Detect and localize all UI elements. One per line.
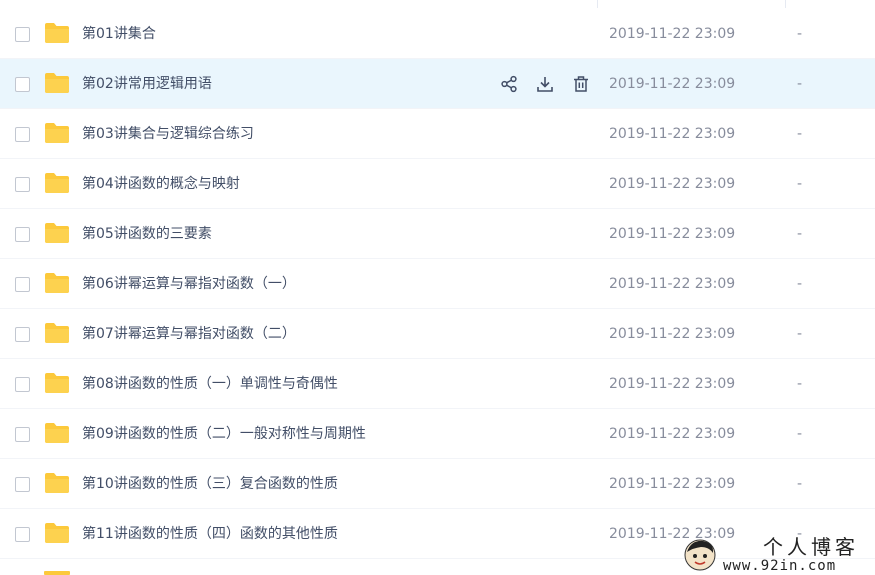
file-name[interactable]: 第08讲函数的性质（一）单调性与奇偶性 [82, 359, 338, 409]
file-name[interactable]: 第05讲函数的三要素 [82, 209, 212, 259]
folder-icon [45, 123, 69, 143]
file-row[interactable]: 第08讲函数的性质（一）单调性与奇偶性 2019-11-22 23:09 - [0, 359, 875, 409]
file-row[interactable]: 第02讲常用逻辑用语 2019-11-22 23:09 - [0, 59, 875, 109]
file-size: - [797, 276, 803, 292]
modified-time: 2019-11-22 23:09 [609, 76, 736, 92]
file-name[interactable]: 第09讲函数的性质（二）一般对称性与周期性 [82, 409, 366, 459]
file-size: - [797, 426, 803, 442]
folder-icon [45, 423, 69, 443]
folder-icon [45, 23, 69, 43]
file-row[interactable]: 第05讲函数的三要素 2019-11-22 23:09 - [0, 209, 875, 259]
download-icon [537, 77, 553, 92]
download-button[interactable] [532, 71, 558, 97]
share-icon [501, 75, 517, 93]
folder-icon [45, 523, 69, 543]
column-divider [785, 0, 786, 8]
file-size: - [797, 26, 803, 42]
row-checkbox[interactable] [15, 27, 30, 42]
file-size: - [797, 226, 803, 242]
modified-time: 2019-11-22 23:09 [609, 276, 736, 292]
share-button[interactable] [496, 71, 522, 97]
folder-icon [45, 373, 69, 393]
watermark: 个人博客 www.92in.com [683, 534, 875, 575]
column-divider [597, 0, 598, 8]
row-checkbox[interactable] [15, 477, 30, 492]
row-checkbox[interactable] [15, 277, 30, 292]
row-checkbox[interactable] [15, 527, 30, 542]
file-name[interactable]: 第01讲集合 [82, 9, 156, 59]
row-checkbox[interactable] [15, 427, 30, 442]
modified-time: 2019-11-22 23:09 [609, 26, 736, 42]
file-name[interactable]: 第03讲集合与逻辑综合练习 [82, 109, 254, 159]
watermark-url: www.92in.com [723, 557, 837, 574]
folder-icon [44, 571, 70, 575]
file-row[interactable]: 第09讲函数的性质（二）一般对称性与周期性 2019-11-22 23:09 - [0, 409, 875, 459]
folder-icon [45, 173, 69, 193]
row-checkbox[interactable] [15, 327, 30, 342]
file-row[interactable]: 第06讲幂运算与幂指对函数（一） 2019-11-22 23:09 - [0, 259, 875, 309]
file-name[interactable]: 第10讲函数的性质（三）复合函数的性质 [82, 459, 338, 509]
file-name[interactable]: 第06讲幂运算与幂指对函数（一） [82, 259, 296, 309]
file-row[interactable]: 第03讲集合与逻辑综合练习 2019-11-22 23:09 - [0, 109, 875, 159]
folder-icon [45, 473, 69, 493]
file-size: - [797, 126, 803, 142]
file-size: - [797, 376, 803, 392]
file-name[interactable]: 第02讲常用逻辑用语 [82, 59, 212, 109]
file-list: 第01讲集合 2019-11-22 23:09 - 第02讲常用逻辑用语 201… [0, 0, 875, 575]
modified-time: 2019-11-22 23:09 [609, 226, 736, 242]
row-checkbox[interactable] [15, 227, 30, 242]
trash-icon [574, 76, 588, 92]
delete-button[interactable] [568, 71, 594, 97]
folder-icon [45, 73, 69, 93]
avatar [684, 539, 716, 570]
modified-time: 2019-11-22 23:09 [609, 326, 736, 342]
file-name[interactable]: 第07讲幂运算与幂指对函数（二） [82, 309, 296, 359]
file-name[interactable]: 第11讲函数的性质（四）函数的其他性质 [82, 509, 338, 559]
file-name[interactable]: 第04讲函数的概念与映射 [82, 159, 240, 209]
row-checkbox[interactable] [15, 177, 30, 192]
modified-time: 2019-11-22 23:09 [609, 126, 736, 142]
row-checkbox[interactable] [15, 377, 30, 392]
folder-icon [45, 323, 69, 343]
modified-time: 2019-11-22 23:09 [609, 376, 736, 392]
file-row[interactable]: 第01讲集合 2019-11-22 23:09 - [0, 9, 875, 59]
row-checkbox[interactable] [15, 127, 30, 142]
watermark-title: 个人博客 [763, 534, 859, 559]
row-checkbox[interactable] [15, 77, 30, 92]
file-size: - [797, 326, 803, 342]
file-row[interactable]: 第07讲幂运算与幂指对函数（二） 2019-11-22 23:09 - [0, 309, 875, 359]
file-size: - [797, 76, 803, 92]
modified-time: 2019-11-22 23:09 [609, 426, 736, 442]
file-row[interactable]: 第10讲函数的性质（三）复合函数的性质 2019-11-22 23:09 - [0, 459, 875, 509]
file-size: - [797, 176, 803, 192]
modified-time: 2019-11-22 23:09 [609, 476, 736, 492]
file-row[interactable]: 第04讲函数的概念与映射 2019-11-22 23:09 - [0, 159, 875, 209]
folder-icon [45, 273, 69, 293]
folder-icon [45, 223, 69, 243]
file-size: - [797, 476, 803, 492]
modified-time: 2019-11-22 23:09 [609, 176, 736, 192]
row-actions [496, 71, 594, 97]
